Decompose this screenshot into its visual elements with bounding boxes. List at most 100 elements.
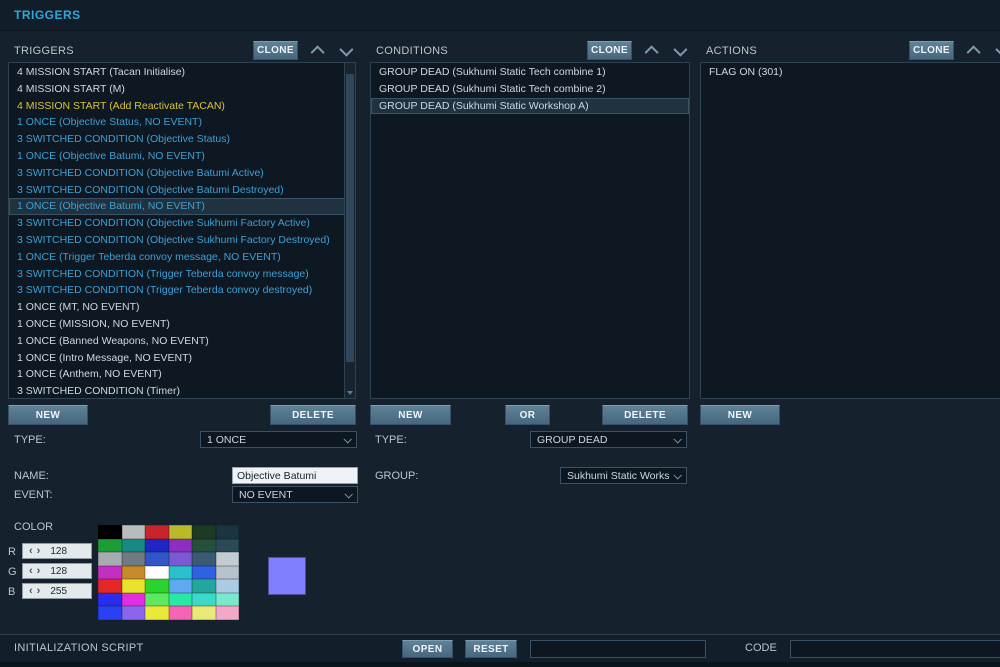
palette-swatch[interactable] xyxy=(192,552,216,566)
or-condition-button[interactable]: OR xyxy=(505,405,550,425)
move-trigger-up-button[interactable] xyxy=(308,41,330,60)
move-action-up-button[interactable] xyxy=(964,41,986,60)
palette-swatch[interactable] xyxy=(215,538,239,552)
vertical-scrollbar[interactable] xyxy=(344,63,355,398)
palette-swatch[interactable] xyxy=(215,592,239,606)
palette-swatch[interactable] xyxy=(98,525,122,539)
palette-swatch[interactable] xyxy=(145,565,169,579)
condition-type-dropdown[interactable]: GROUP DEAD xyxy=(530,431,687,448)
palette-swatch[interactable] xyxy=(145,592,169,606)
green-channel-spinner[interactable]: ‹ › 128 xyxy=(22,563,92,579)
list-item[interactable]: 1 ONCE (Trigger Teberda convoy message, … xyxy=(9,249,345,266)
palette-swatch[interactable] xyxy=(192,606,216,620)
palette-swatch[interactable] xyxy=(192,525,216,539)
list-item[interactable]: 4 MISSION START (M) xyxy=(9,81,345,98)
move-trigger-down-button[interactable] xyxy=(334,41,356,60)
new-condition-button[interactable]: NEW xyxy=(370,405,451,425)
list-item[interactable]: 1 ONCE (Objective Batumi, NO EVENT) xyxy=(9,198,345,216)
new-trigger-button[interactable]: NEW xyxy=(8,405,88,425)
palette-swatch[interactable] xyxy=(168,606,192,620)
palette-swatch[interactable] xyxy=(192,538,216,552)
palette-swatch[interactable] xyxy=(145,606,169,620)
palette-swatch[interactable] xyxy=(145,525,169,539)
condition-group-dropdown[interactable]: Sukhumi Static Works xyxy=(560,467,687,484)
trigger-type-dropdown[interactable]: 1 ONCE xyxy=(200,431,357,448)
list-item[interactable]: 1 ONCE (Objective Batumi, NO EVENT) xyxy=(9,148,345,165)
decrement-icon[interactable]: ‹ xyxy=(27,565,35,577)
palette-swatch[interactable] xyxy=(168,579,192,593)
clone-condition-button[interactable]: CLONE xyxy=(587,41,632,60)
list-item[interactable]: 3 SWITCHED CONDITION (Trigger Teberda co… xyxy=(9,266,345,283)
blue-channel-spinner[interactable]: ‹ › 255 xyxy=(22,583,92,599)
list-item[interactable]: 1 ONCE (Objective Status, NO EVENT) xyxy=(9,114,345,131)
palette-swatch[interactable] xyxy=(98,538,122,552)
palette-swatch[interactable] xyxy=(215,579,239,593)
palette-swatch[interactable] xyxy=(145,552,169,566)
palette-swatch[interactable] xyxy=(121,552,145,566)
script-file-input[interactable] xyxy=(530,640,706,658)
palette-swatch[interactable] xyxy=(98,579,122,593)
move-condition-up-button[interactable] xyxy=(642,41,664,60)
increment-icon[interactable]: › xyxy=(35,565,43,577)
delete-trigger-button[interactable]: DELETE xyxy=(270,405,356,425)
list-item[interactable]: 4 MISSION START (Tacan Initialise) xyxy=(9,64,345,81)
palette-swatch[interactable] xyxy=(121,565,145,579)
list-item[interactable]: 1 ONCE (MISSION, NO EVENT) xyxy=(9,316,345,333)
palette-swatch[interactable] xyxy=(98,606,122,620)
move-action-down-button[interactable] xyxy=(990,41,1000,60)
list-item[interactable]: 1 ONCE (Anthem, NO EVENT) xyxy=(9,366,345,383)
palette-swatch[interactable] xyxy=(168,592,192,606)
code-input[interactable] xyxy=(790,640,1000,658)
trigger-event-dropdown[interactable]: NO EVENT xyxy=(232,486,358,503)
list-item[interactable]: 1 ONCE (Banned Weapons, NO EVENT) xyxy=(9,333,345,350)
list-item[interactable]: 1 ONCE (Intro Message, NO EVENT) xyxy=(9,350,345,367)
list-item[interactable]: 3 SWITCHED CONDITION (Objective Sukhumi … xyxy=(9,215,345,232)
palette-swatch[interactable] xyxy=(192,592,216,606)
trigger-name-input[interactable] xyxy=(232,467,358,484)
scroll-down-icon[interactable] xyxy=(347,391,353,395)
palette-swatch[interactable] xyxy=(121,606,145,620)
new-action-button[interactable]: NEW xyxy=(700,405,780,425)
list-item[interactable]: 3 SWITCHED CONDITION (Trigger Teberda co… xyxy=(9,282,345,299)
clone-trigger-button[interactable]: CLONE xyxy=(253,41,298,60)
list-item[interactable]: GROUP DEAD (Sukhumi Static Workshop A) xyxy=(371,97,689,115)
palette-swatch[interactable] xyxy=(121,525,145,539)
palette-swatch[interactable] xyxy=(121,579,145,593)
red-channel-spinner[interactable]: ‹ › 128 xyxy=(22,543,92,559)
palette-swatch[interactable] xyxy=(168,565,192,579)
palette-swatch[interactable] xyxy=(145,579,169,593)
increment-icon[interactable]: › xyxy=(35,545,43,557)
delete-condition-button[interactable]: DELETE xyxy=(602,405,688,425)
palette-swatch[interactable] xyxy=(168,525,192,539)
scrollbar-thumb[interactable] xyxy=(346,74,354,362)
list-item[interactable]: 4 MISSION START (Add Reactivate TACAN) xyxy=(9,98,345,115)
list-item[interactable]: 3 SWITCHED CONDITION (Timer) xyxy=(9,383,345,398)
palette-swatch[interactable] xyxy=(98,565,122,579)
list-item[interactable]: 1 ONCE (MT, NO EVENT) xyxy=(9,299,345,316)
palette-swatch[interactable] xyxy=(192,579,216,593)
decrement-icon[interactable]: ‹ xyxy=(27,585,35,597)
list-item[interactable]: 3 SWITCHED CONDITION (Objective Batumi D… xyxy=(9,182,345,199)
palette-swatch[interactable] xyxy=(215,565,239,579)
palette-swatch[interactable] xyxy=(168,552,192,566)
palette-swatch[interactable] xyxy=(215,552,239,566)
move-condition-down-button[interactable] xyxy=(668,41,690,60)
palette-swatch[interactable] xyxy=(192,565,216,579)
increment-icon[interactable]: › xyxy=(35,585,43,597)
palette-swatch[interactable] xyxy=(121,592,145,606)
list-item[interactable]: 3 SWITCHED CONDITION (Objective Batumi A… xyxy=(9,165,345,182)
list-item[interactable]: GROUP DEAD (Sukhumi Static Tech combine … xyxy=(371,81,689,98)
list-item[interactable]: GROUP DEAD (Sukhumi Static Tech combine … xyxy=(371,64,689,81)
reset-script-button[interactable]: RESET xyxy=(465,640,517,658)
palette-swatch[interactable] xyxy=(121,538,145,552)
palette-swatch[interactable] xyxy=(215,606,239,620)
list-item[interactable]: FLAG ON (301) xyxy=(701,64,1000,81)
palette-swatch[interactable] xyxy=(98,552,122,566)
clone-action-button[interactable]: CLONE xyxy=(909,41,954,60)
decrement-icon[interactable]: ‹ xyxy=(27,545,35,557)
palette-swatch[interactable] xyxy=(168,538,192,552)
palette-swatch[interactable] xyxy=(215,525,239,539)
palette-swatch[interactable] xyxy=(145,538,169,552)
palette-swatch[interactable] xyxy=(98,592,122,606)
list-item[interactable]: 3 SWITCHED CONDITION (Objective Status) xyxy=(9,131,345,148)
